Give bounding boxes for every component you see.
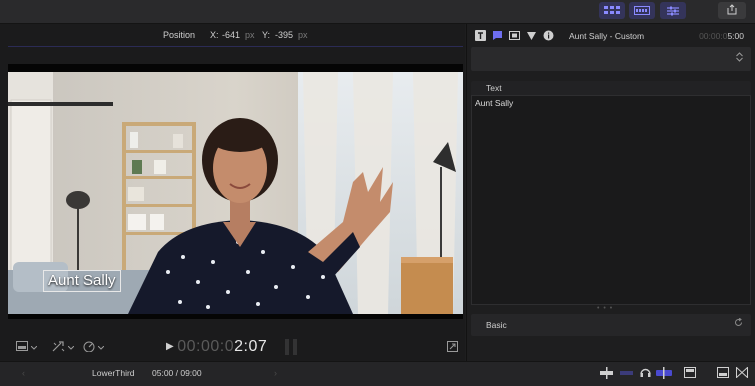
previous-arrow-icon[interactable]: ‹ [22, 368, 25, 378]
share-icon [727, 2, 737, 20]
text-inspector-icon [475, 30, 486, 41]
resize-grip[interactable]: • • • [597, 305, 613, 312]
inspector-duration-lit: 5:00 [727, 31, 744, 41]
viewer-controls: ▶ 00:00:02:07 [0, 335, 465, 361]
title-inspector-tab[interactable] [492, 28, 503, 40]
transitions-browser-icon [736, 366, 748, 379]
chevron-down-icon [97, 343, 105, 352]
skimming-icon [600, 367, 613, 379]
text-inspector-tab[interactable] [475, 28, 486, 41]
transform-tools-button[interactable] [52, 341, 75, 354]
clip-appearance-button[interactable] [684, 367, 696, 380]
transform-tools-icon [52, 341, 65, 354]
snapping-icon [656, 367, 672, 379]
inspector-toggle-icon [667, 6, 679, 16]
effects-browser-button[interactable] [717, 367, 729, 380]
fullscreen-button[interactable] [447, 341, 458, 354]
browser-layout-icon [604, 6, 620, 15]
video-inspector-icon [509, 31, 520, 40]
timecode-dim: 00:00:0 [177, 338, 235, 355]
timeline-clip-name: LowerThird [92, 368, 135, 378]
viewer: Position X: -641 px Y: -395 px Aunt Sall… [0, 24, 465, 361]
skimming-button[interactable] [600, 367, 613, 381]
basic-section-label: Basic [486, 320, 507, 330]
x-label: X: [210, 30, 219, 40]
audio-skimming-icon [620, 371, 633, 375]
share-button[interactable] [718, 2, 746, 19]
timeline-layout-button[interactable] [629, 2, 655, 19]
info-icon [543, 30, 554, 41]
viewer-header: Position X: -641 px Y: -395 px [0, 24, 465, 46]
inspector: Aunt Sally - Custom 00:00:05:00 Text Aun… [466, 24, 755, 361]
title-inspector-icon [493, 31, 502, 40]
inspector-duration-dim: 00:00:0 [699, 31, 728, 41]
inspector-duration: 00:00:05:00 [699, 31, 744, 41]
next-arrow-icon[interactable]: › [274, 368, 277, 378]
timeline-layout-icon [634, 6, 650, 15]
speed-button[interactable] [83, 341, 105, 354]
y-label: Y: [262, 30, 271, 40]
speed-icon [83, 341, 95, 354]
timecode-display[interactable]: ▶ 00:00:02:07 [166, 338, 267, 356]
generator-inspector-icon [527, 32, 536, 40]
inspector-title: Aunt Sally - Custom [569, 31, 645, 41]
solo-icon [640, 368, 651, 377]
x-value[interactable]: -641 [222, 30, 240, 40]
inspector-toggle-button[interactable] [660, 2, 686, 19]
reset-icon[interactable] [734, 317, 743, 329]
snapping-button[interactable] [656, 367, 672, 381]
video-frame[interactable]: Aunt Sally [8, 72, 463, 314]
chevron-down-icon [67, 343, 75, 352]
text-field[interactable]: Aunt Sally [471, 95, 751, 305]
view-options-icon [16, 341, 28, 353]
position-label: Position [163, 30, 196, 40]
play-icon[interactable]: ▶ [166, 341, 174, 352]
top-toolbar [0, 0, 755, 24]
clip-appearance-icon [684, 367, 696, 378]
x-unit: px [245, 30, 255, 40]
generator-inspector-tab[interactable] [526, 28, 537, 40]
y-value[interactable]: -395 [275, 30, 293, 40]
basic-section[interactable]: Basic [471, 314, 751, 336]
preset-popup[interactable] [471, 47, 751, 71]
view-options-button[interactable] [16, 341, 38, 353]
solo-button[interactable] [640, 367, 651, 380]
fullscreen-icon [447, 341, 458, 354]
text-section-label: Text [486, 83, 502, 93]
timecode-current: 2:07 [234, 338, 268, 355]
text-field-value: Aunt Sally [475, 98, 514, 108]
y-unit: px [298, 30, 308, 40]
text-section: Text Aunt Sally [471, 81, 751, 305]
browser-layout-button[interactable] [599, 2, 625, 19]
video-inspector-tab[interactable] [509, 28, 520, 40]
chevron-updown-icon [736, 52, 743, 63]
transitions-browser-button[interactable] [736, 366, 748, 380]
audio-meter [285, 339, 299, 355]
timeline-header: ‹ LowerThird 05:00 / 09:00 › [0, 361, 755, 386]
info-inspector-tab[interactable] [543, 28, 554, 41]
effects-browser-icon [717, 367, 729, 378]
inspector-tabs: Aunt Sally - Custom 00:00:05:00 [467, 24, 755, 46]
timeline-duration: 05:00 / 09:00 [152, 368, 202, 378]
viewer-divider [8, 46, 463, 47]
audio-skimming-button[interactable] [620, 367, 633, 381]
lower-third-title[interactable]: Aunt Sally [43, 270, 121, 292]
chevron-down-icon [30, 343, 38, 352]
